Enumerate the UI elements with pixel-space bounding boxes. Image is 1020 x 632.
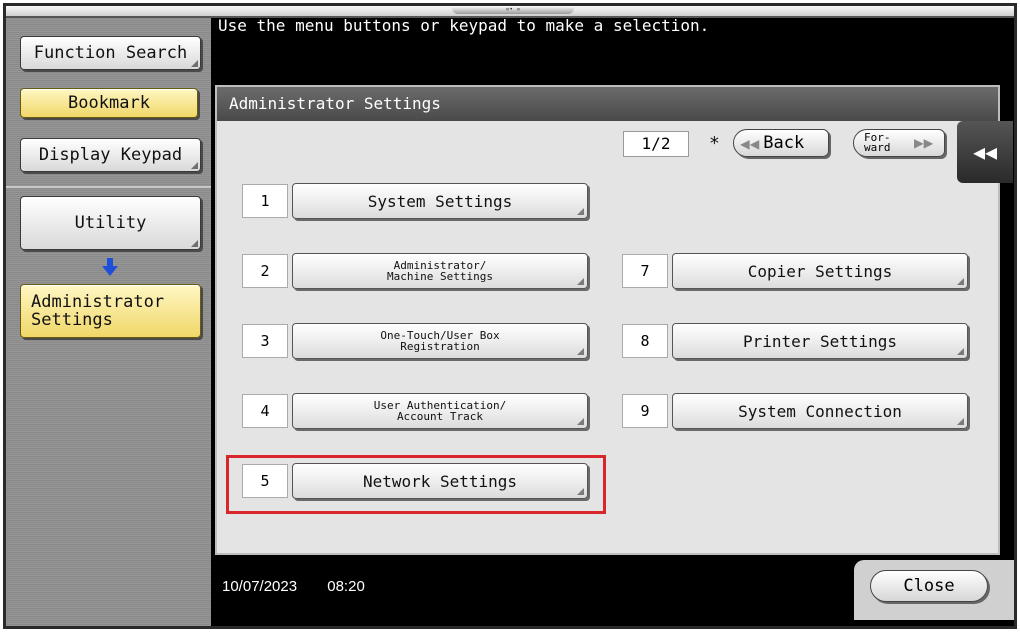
- administrator-machine-settings-button[interactable]: Administrator/ Machine Settings: [292, 253, 588, 289]
- item-number: 2: [242, 254, 288, 288]
- item-label: Network Settings: [362, 471, 518, 491]
- admin-label-line2: Settings: [31, 310, 113, 330]
- item-number: 1: [242, 184, 288, 218]
- left-divider: [6, 186, 211, 188]
- time-text: 08:20: [327, 578, 365, 595]
- forward-label: For- ward: [864, 132, 900, 154]
- item-label: Printer Settings: [742, 331, 898, 351]
- administrator-settings-panel: Administrator Settings 1/2 * ◀◀ Back For…: [215, 85, 1000, 555]
- close-area: Close: [854, 560, 1014, 620]
- copier-settings-button[interactable]: Copier Settings: [672, 253, 968, 289]
- bookmark-button[interactable]: Bookmark: [20, 88, 198, 118]
- item-label: System Connection: [738, 401, 902, 421]
- corner-mark-icon: [577, 418, 584, 425]
- corner-mark-icon: [957, 348, 964, 355]
- forward-button[interactable]: For- ward ▶▶: [853, 129, 945, 157]
- network-settings-button[interactable]: Network Settings: [292, 463, 588, 499]
- system-settings-button[interactable]: System Settings: [292, 183, 588, 219]
- double-chevron-right-icon: ▶▶: [914, 133, 934, 152]
- system-connection-button[interactable]: System Connection: [672, 393, 968, 429]
- user-authentication-button[interactable]: User Authentication/ Account Track: [292, 393, 588, 429]
- one-touch-registration-button[interactable]: One-Touch/User Box Registration: [292, 323, 588, 359]
- corner-mark-icon: [191, 60, 198, 67]
- top-notch: «• »: [452, 6, 574, 14]
- close-button[interactable]: Close: [870, 570, 988, 602]
- menu-item-one-touch-registration[interactable]: 3 One-Touch/User Box Registration: [242, 321, 588, 361]
- page-indicator: 1/2: [623, 131, 689, 157]
- double-chevron-left-icon: ◀◀: [740, 133, 760, 153]
- item-number: 3: [242, 324, 288, 358]
- corner-mark-icon: [577, 278, 584, 285]
- arrow-down-icon: [102, 258, 118, 276]
- corner-mark-icon: [957, 278, 964, 285]
- datetime: 10/07/2023 08:20: [222, 578, 365, 595]
- function-search-button[interactable]: Function Search: [20, 36, 201, 70]
- panel-title: Administrator Settings: [217, 87, 998, 121]
- menu-item-user-authentication[interactable]: 4 User Authentication/ Account Track: [242, 391, 588, 431]
- settings-menu: 1 System Settings 2 Administrator/ Machi…: [217, 163, 998, 543]
- item-label-line2: Account Track: [396, 410, 484, 423]
- menu-item-copier-settings[interactable]: 7 Copier Settings: [622, 251, 968, 291]
- utility-button[interactable]: Utility: [20, 196, 201, 250]
- star-icon[interactable]: *: [709, 133, 720, 154]
- admin-label-line1: Administrator: [31, 292, 165, 312]
- item-label-line2: Registration: [400, 340, 480, 353]
- bottom-bar: 10/07/2023 08:20 Close: [218, 560, 1014, 620]
- corner-mark-icon: [191, 240, 198, 247]
- corner-mark-icon: [577, 348, 584, 355]
- close-label: Close: [903, 576, 955, 596]
- corner-mark-icon: [191, 162, 198, 169]
- function-search-label: Function Search: [33, 43, 188, 63]
- menu-item-printer-settings[interactable]: 8 Printer Settings: [622, 321, 968, 361]
- printer-settings-button[interactable]: Printer Settings: [672, 323, 968, 359]
- item-number: 4: [242, 394, 288, 428]
- item-number: 7: [622, 254, 668, 288]
- menu-item-system-settings[interactable]: 1 System Settings: [242, 181, 588, 221]
- corner-mark-icon: [577, 208, 584, 215]
- item-number: 8: [622, 324, 668, 358]
- menu-item-system-connection[interactable]: 9 System Connection: [622, 391, 968, 431]
- forward-label-line2: ward: [864, 141, 891, 154]
- item-label-line2: Machine Settings: [387, 270, 493, 283]
- administrator-settings-button[interactable]: Administrator Settings: [20, 284, 201, 338]
- utility-label: Utility: [74, 213, 147, 233]
- navigation-row: 1/2 * ◀◀ Back For- ward ▶▶: [217, 121, 998, 163]
- collapse-panel-button[interactable]: ◀◀: [957, 121, 1013, 183]
- date-text: 10/07/2023: [222, 578, 298, 595]
- corner-mark-icon: [577, 488, 584, 495]
- left-panel: Function Search Bookmark Display Keypad …: [6, 18, 211, 626]
- menu-item-network-settings[interactable]: 5 Network Settings: [242, 461, 588, 501]
- menu-item-administrator-machine-settings[interactable]: 2 Administrator/ Machine Settings: [242, 251, 588, 291]
- double-chevron-left-icon: ◀◀: [972, 140, 998, 164]
- display-keypad-label: Display Keypad: [38, 145, 183, 165]
- corner-mark-icon: [957, 418, 964, 425]
- back-button[interactable]: ◀◀ Back: [733, 129, 829, 157]
- instruction-message: Use the menu buttons or keypad to make a…: [218, 16, 710, 35]
- display-keypad-button[interactable]: Display Keypad: [20, 138, 201, 172]
- item-label: Copier Settings: [747, 261, 893, 281]
- item-number: 9: [622, 394, 668, 428]
- item-label: System Settings: [367, 191, 513, 211]
- bookmark-label: Bookmark: [68, 93, 150, 113]
- item-number: 5: [242, 464, 288, 498]
- back-label: Back: [763, 133, 805, 153]
